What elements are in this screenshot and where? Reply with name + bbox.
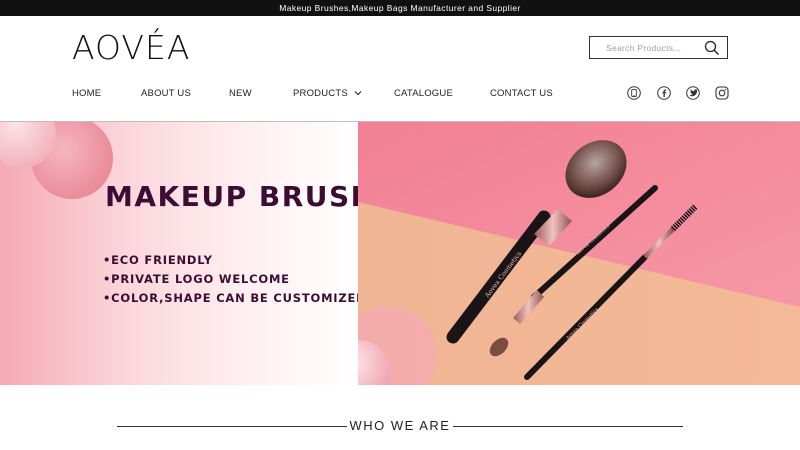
phone-icon[interactable] <box>627 86 641 100</box>
who-we-are-heading: WHO WE ARE <box>0 418 800 434</box>
brand-logo[interactable]: AOVÉA <box>72 28 190 67</box>
top-announcement-bar: Makeup Brushes,Makeup Bags Manufacturer … <box>0 0 800 16</box>
nav-item-contact-us[interactable]: CONTACT US <box>490 88 553 99</box>
search-input[interactable] <box>590 37 700 58</box>
divider-right <box>453 426 683 427</box>
chevron-down-icon <box>354 88 362 99</box>
nav-item-catalogue[interactable]: CATALOGUE <box>394 88 453 99</box>
twitter-icon[interactable] <box>686 86 700 100</box>
hero-title: MAKEUP BRUSH <box>105 180 376 213</box>
nav-item-new[interactable]: NEW <box>229 88 252 99</box>
facebook-icon[interactable] <box>657 86 671 100</box>
site-header: AOVÉA HOME ABOUT US NEW PRODUCTS CATALOG… <box>0 16 800 122</box>
hero-banner[interactable]: MAKEUP BRUSH •ECO FRIENDLY •PRIVATE LOGO… <box>0 122 800 385</box>
announcement-text: Makeup Brushes,Makeup Bags Manufacturer … <box>279 3 521 13</box>
hero-feature-3: •COLOR,SHAPE CAN BE CUSTOMIZED <box>103 291 367 305</box>
search-box <box>589 36 728 59</box>
nav-item-about-us[interactable]: ABOUT US <box>141 88 191 99</box>
nav-item-home[interactable]: HOME <box>72 88 101 99</box>
hero-feature-1: •ECO FRIENDLY <box>103 253 213 267</box>
instagram-icon[interactable] <box>715 86 729 100</box>
hero-feature-2: •PRIVATE LOGO WELCOME <box>103 272 290 286</box>
hero-product-image: Aovea Cosmetics Aovea Cosmetics Aovea Co… <box>358 122 800 385</box>
search-icon[interactable] <box>704 40 720 56</box>
hero-text-panel: MAKEUP BRUSH •ECO FRIENDLY •PRIVATE LOGO… <box>0 122 374 385</box>
nav-item-products-label: PRODUCTS <box>293 88 348 100</box>
nav-item-products[interactable]: PRODUCTS <box>293 88 362 99</box>
